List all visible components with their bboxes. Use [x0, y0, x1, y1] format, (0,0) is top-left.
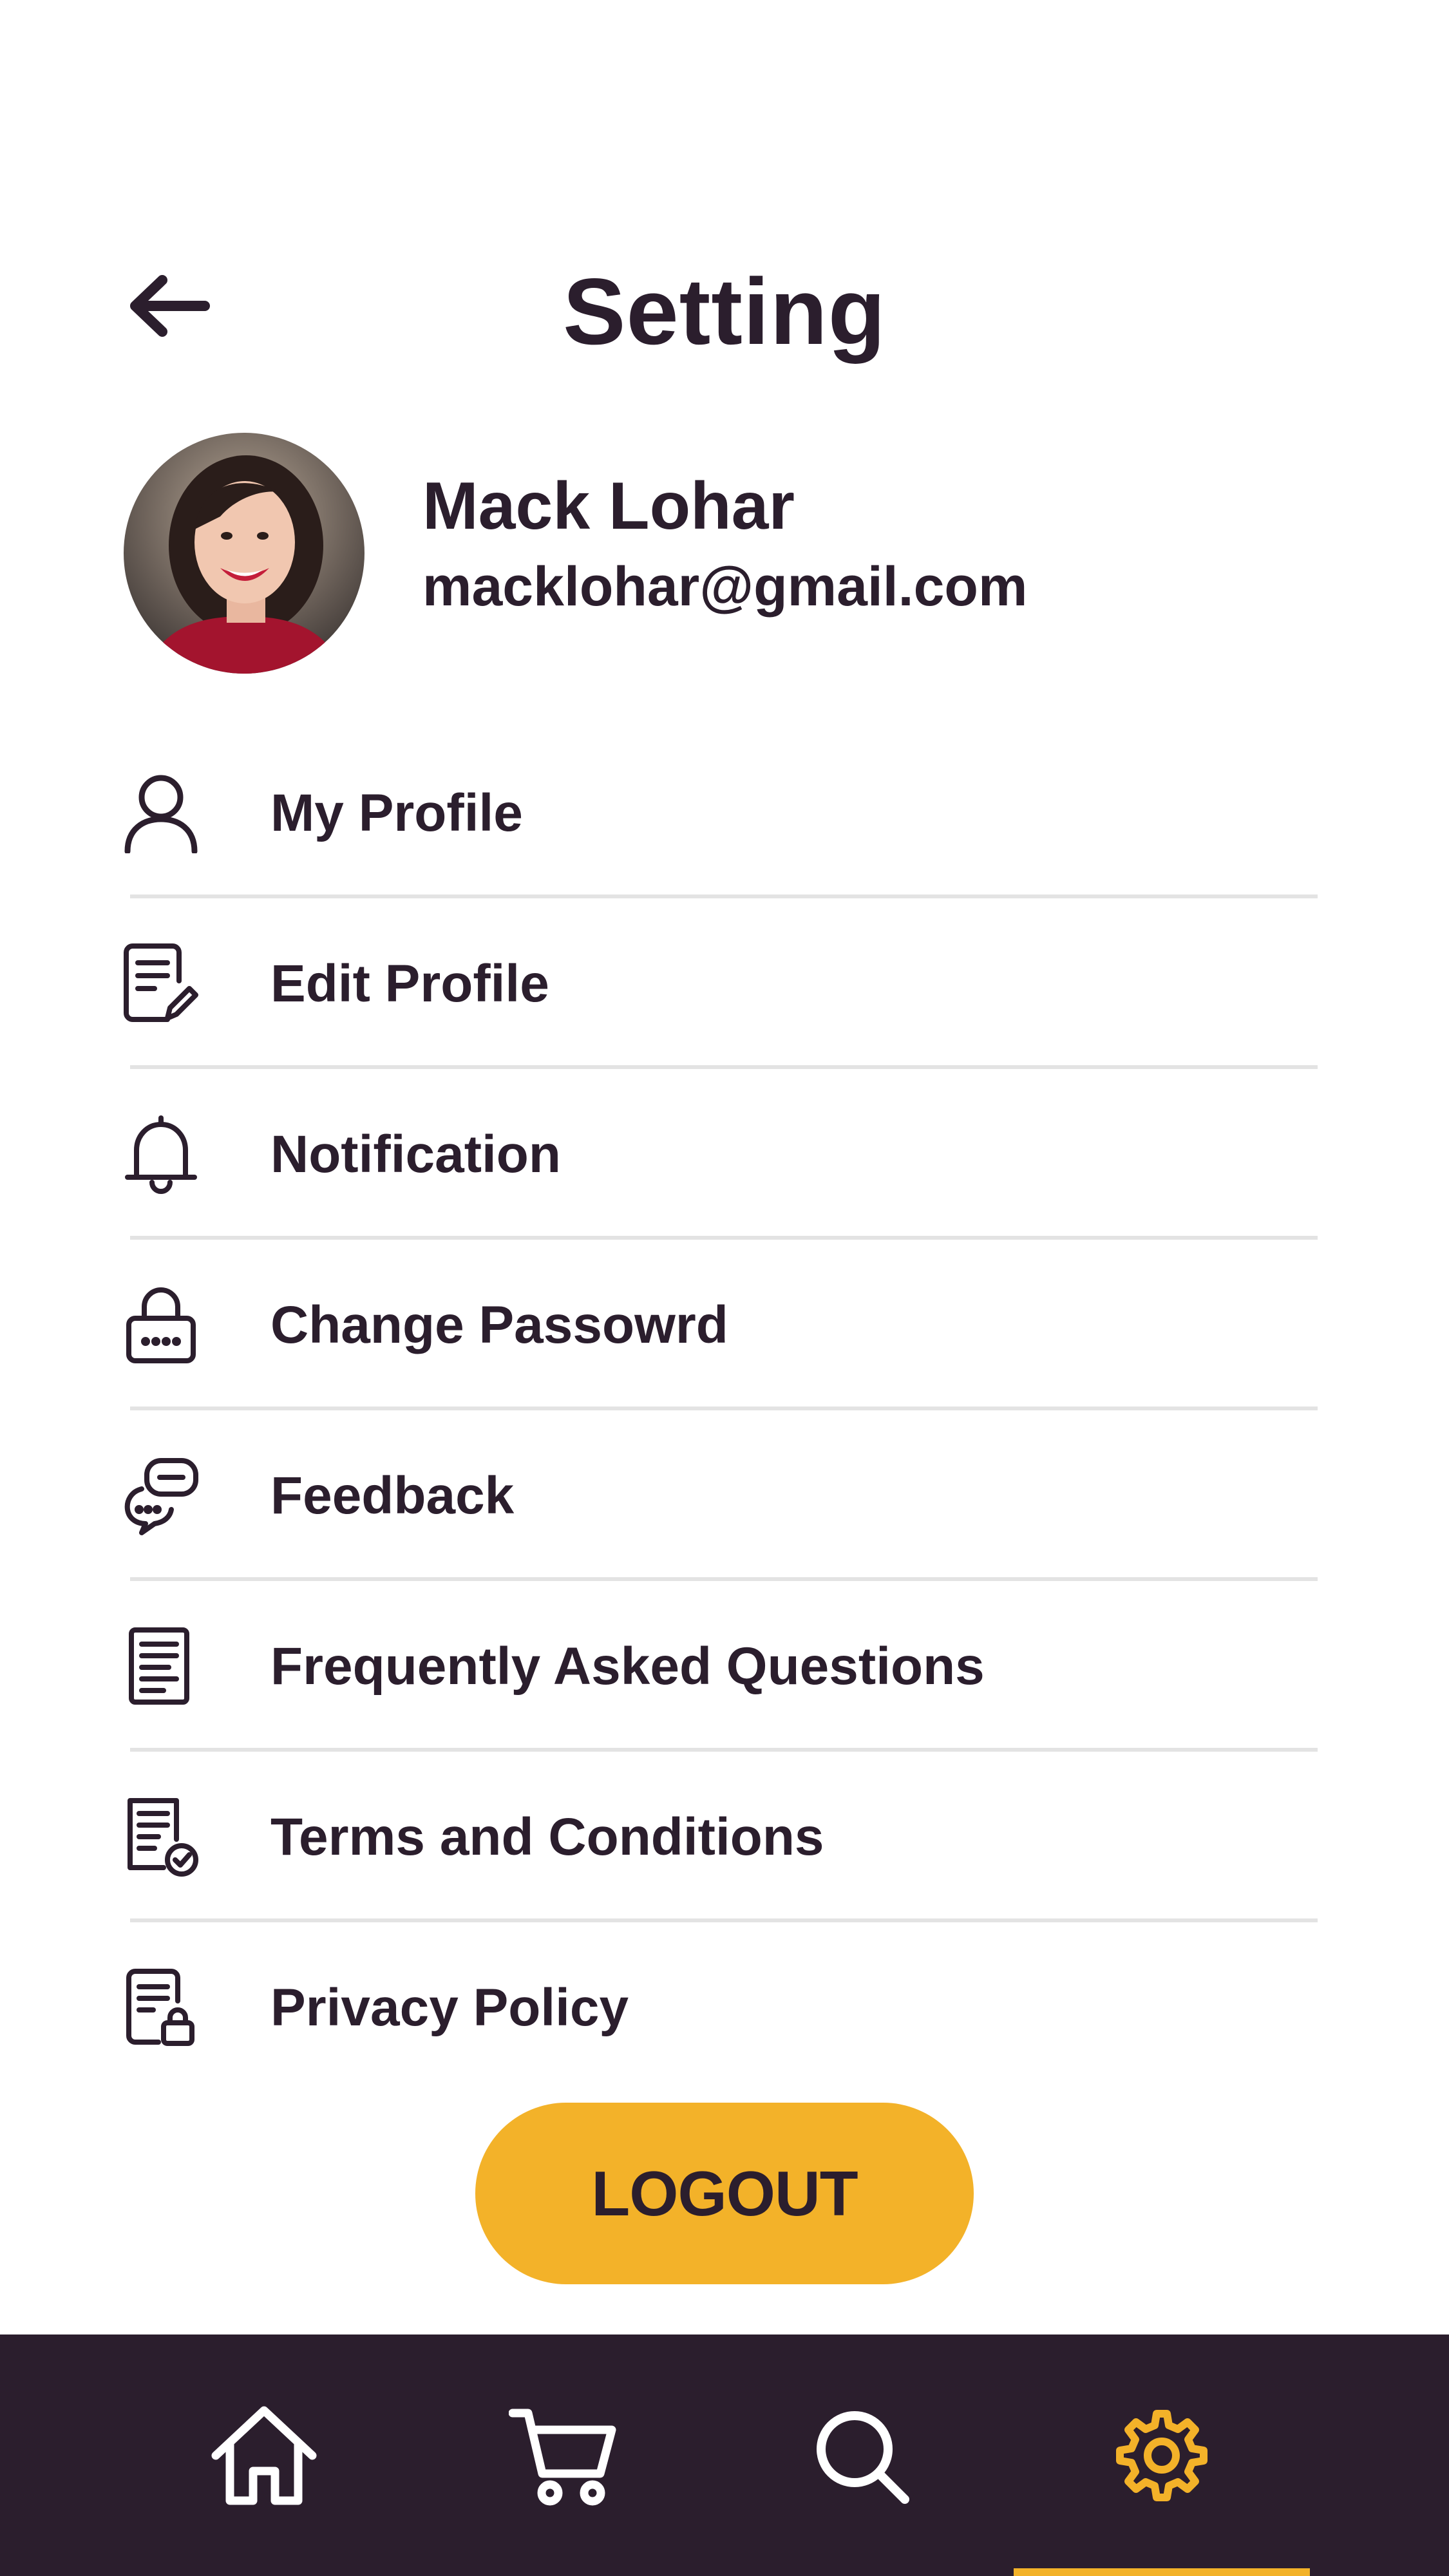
menu-item-terms[interactable]: Terms and Conditions	[122, 1752, 1320, 1922]
page-title: Setting	[563, 259, 886, 364]
logout-button[interactable]: LOGOUT	[475, 2103, 974, 2284]
bottom-nav	[0, 2334, 1449, 2576]
menu-item-change-password[interactable]: Change Passowrd	[122, 1240, 1320, 1410]
menu-item-label: Edit Profile	[270, 954, 549, 1013]
menu-item-edit-profile[interactable]: Edit Profile	[122, 898, 1320, 1069]
nav-home[interactable]	[116, 2334, 412, 2576]
search-icon	[817, 2410, 909, 2504]
profile-name: Mack Lohar	[422, 469, 795, 544]
menu-item-privacy-policy[interactable]: Privacy Policy	[122, 1922, 1320, 2093]
settings-icon	[1116, 2409, 1208, 2501]
bell-icon	[122, 1114, 200, 1195]
nav-cart[interactable]	[415, 2334, 712, 2576]
home-icon	[211, 2406, 317, 2505]
document-lock-icon	[122, 1967, 200, 2048]
chat-bubbles-icon	[122, 1455, 200, 1536]
menu-item-feedback[interactable]: Feedback	[122, 1410, 1320, 1581]
menu-item-faq[interactable]: Frequently Asked Questions	[122, 1581, 1320, 1752]
menu-item-notification[interactable]: Notification	[122, 1069, 1320, 1240]
active-tab-indicator	[1014, 2568, 1310, 2576]
menu-item-label: Frequently Asked Questions	[270, 1637, 985, 1696]
menu-item-label: Terms and Conditions	[270, 1808, 824, 1866]
nav-settings[interactable]	[1014, 2334, 1310, 2576]
menu-item-label: Privacy Policy	[270, 1978, 629, 2037]
document-check-icon	[122, 1797, 200, 1877]
nav-search[interactable]	[715, 2334, 1011, 2576]
menu-item-label: My Profile	[270, 784, 523, 842]
user-icon	[122, 773, 200, 853]
lock-icon	[122, 1285, 200, 1365]
menu-item-my-profile[interactable]: My Profile	[122, 728, 1320, 898]
profile-summary: Mack Lohar macklohar@gmail.com	[124, 433, 1347, 674]
profile-email: macklohar@gmail.com	[422, 556, 1028, 618]
header: Setting	[0, 232, 1449, 380]
menu-item-label: Change Passowrd	[270, 1296, 728, 1354]
document-list-icon	[122, 1626, 200, 1707]
menu-item-label: Feedback	[270, 1466, 515, 1525]
edit-document-icon	[122, 943, 200, 1024]
menu-item-label: Notification	[270, 1125, 561, 1184]
cart-icon	[509, 2409, 616, 2505]
avatar[interactable]	[124, 433, 365, 674]
